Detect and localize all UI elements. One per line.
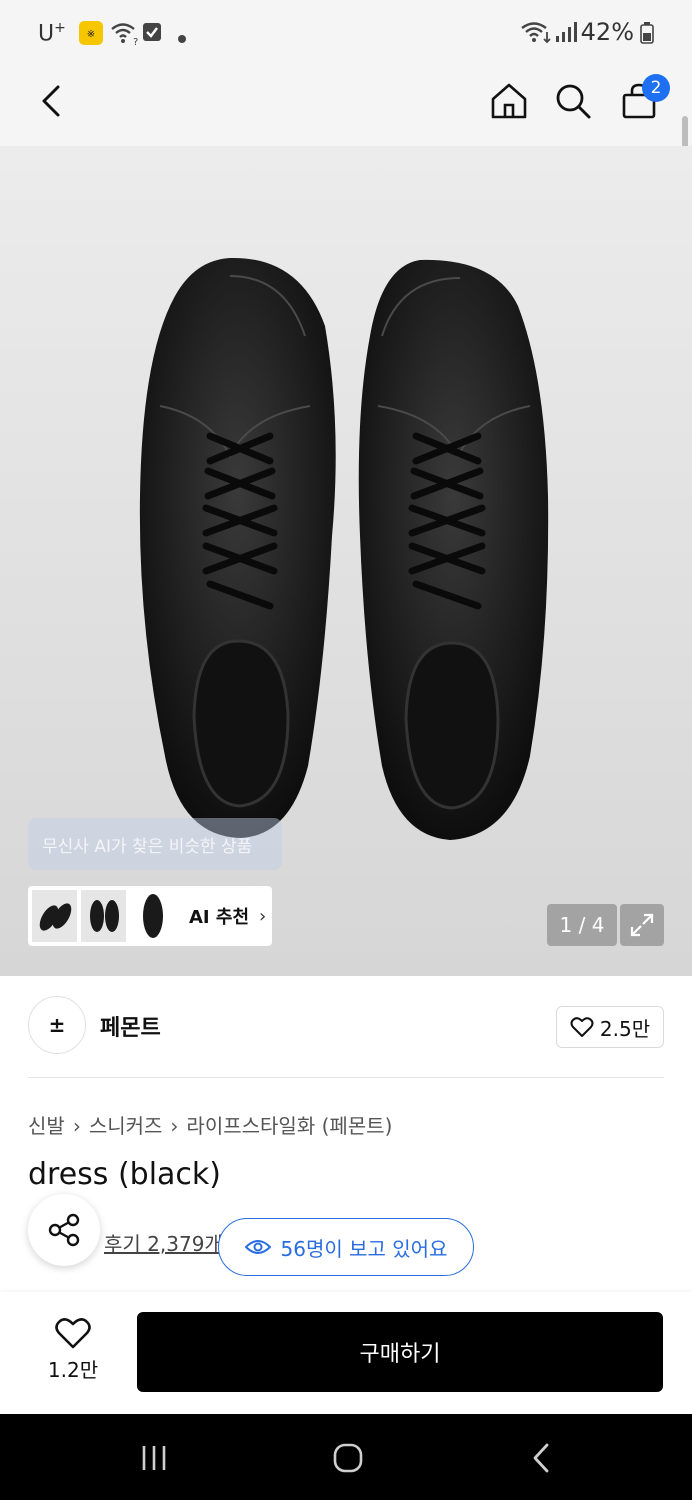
viewer-count-pill: 56명이 보고 있어요 [218, 1218, 474, 1276]
search-button[interactable] [548, 76, 598, 126]
brand-row: ± 페몬트 2.5만 [28, 996, 664, 1056]
brand-logo[interactable]: ± [28, 996, 86, 1054]
image-counter: 1 / 4 [547, 904, 617, 946]
chevron-left-icon [42, 85, 60, 117]
breadcrumb-separator-icon: › [170, 1114, 179, 1138]
checkbox-notification-icon [142, 22, 162, 46]
battery-percent: 42% [580, 18, 634, 46]
ai-recommend-label: AI 추천 [189, 907, 250, 928]
breadcrumb-item-lifestyle[interactable]: 라이프스타일화 (페몬트) [186, 1114, 392, 1138]
app-notification-icon: ※ [78, 20, 104, 50]
eye-icon [244, 1240, 271, 1254]
svg-text:?: ? [133, 37, 138, 46]
heart-outline-icon [570, 1017, 594, 1037]
ai-thumb-2 [81, 890, 126, 942]
home-button[interactable] [484, 76, 534, 126]
app-header: 2 [0, 64, 692, 184]
cart-count-badge: 2 [642, 74, 670, 102]
ai-thumb-3 [130, 890, 175, 942]
breadcrumb-item-shoes[interactable]: 신발 [28, 1114, 65, 1138]
share-button[interactable] [28, 1194, 100, 1266]
carrier-label: U+ [38, 20, 66, 47]
bottom-action-bar: 1.2만 구매하기 [0, 1292, 692, 1414]
ai-similar-tooltip: 무신사 AI가 찾은 비슷한 상품 [28, 818, 282, 870]
expand-icon [630, 913, 654, 937]
product-image-carousel[interactable]: 무신사 AI가 찾은 비슷한 상품 AI 추천 › 1 / 4 [0, 146, 692, 976]
recent-apps-button[interactable] [124, 1438, 184, 1478]
svg-text:※: ※ [87, 29, 95, 40]
wifi-question-icon: ? [110, 20, 138, 50]
search-icon [556, 84, 591, 119]
back-button[interactable] [26, 76, 76, 126]
ai-recommend-button[interactable]: AI 추천 › [28, 886, 272, 946]
cart-button[interactable]: 2 [614, 74, 670, 126]
wishlist-count: 1.2만 [47, 1358, 99, 1382]
back-nav-button[interactable] [512, 1438, 572, 1478]
fullscreen-button[interactable] [620, 904, 664, 946]
heart-icon [55, 1318, 91, 1349]
brand-like-count: 2.5만 [599, 1016, 651, 1041]
wishlist-button[interactable]: 1.2만 [38, 1316, 108, 1383]
viewer-count-text: 56명이 보고 있어요 [280, 1236, 448, 1261]
battery-icon [640, 22, 654, 48]
system-nav-bar [0, 1414, 692, 1500]
dot-icon [178, 28, 186, 47]
review-link[interactable]: 후기 2,379개 [104, 1228, 223, 1257]
home-circle-icon [333, 1443, 363, 1473]
breadcrumb-separator-icon: › [72, 1114, 81, 1138]
wifi-icon [520, 20, 552, 48]
brand-logo-symbol: ± [48, 1013, 66, 1037]
status-bar: U+ ※ ? 42% [0, 0, 692, 64]
breadcrumb-item-sneakers[interactable]: 스니커즈 [89, 1114, 163, 1138]
divider [28, 1077, 664, 1078]
brand-name[interactable]: 페몬트 [100, 1010, 161, 1042]
recent-apps-icon [142, 1446, 166, 1470]
home-icon [491, 83, 527, 119]
home-nav-button[interactable] [318, 1438, 378, 1478]
breadcrumb: 신발 › 스니커즈 › 라이프스타일화 (페몬트) [28, 1110, 392, 1139]
back-arrow-icon [533, 1443, 549, 1473]
product-image-shoes [139, 257, 549, 840]
share-icon [48, 1213, 80, 1247]
signal-icon [555, 20, 577, 48]
buy-button[interactable]: 구매하기 [137, 1312, 663, 1392]
brand-like-button[interactable]: 2.5만 [556, 1006, 664, 1048]
product-title: dress (black) [28, 1157, 222, 1192]
chevron-right-icon: › [259, 905, 267, 927]
ai-thumb-1 [32, 890, 77, 942]
